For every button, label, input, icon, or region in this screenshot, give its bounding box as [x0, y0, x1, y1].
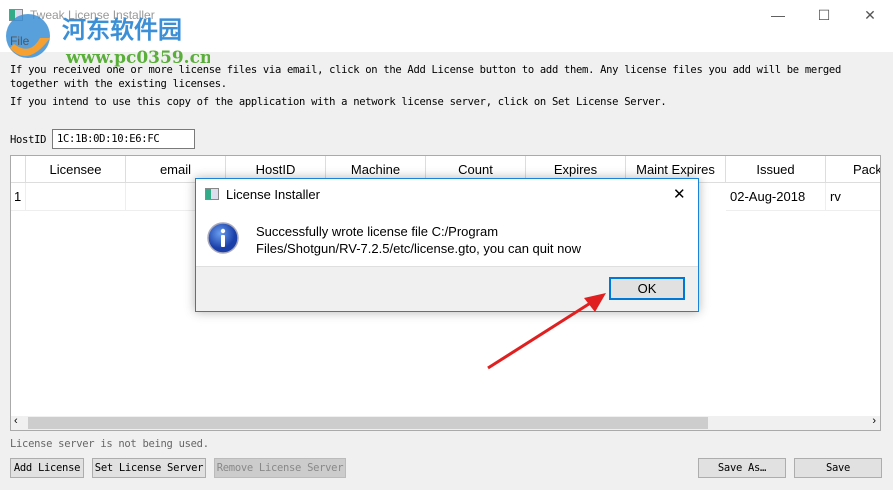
- svg-text:河东软件园: 河东软件园: [62, 16, 182, 44]
- watermark-logo: 河东软件园 www.pc0359.cn: [6, 14, 210, 68]
- svg-text:www.pc0359.cn: www.pc0359.cn: [65, 48, 210, 68]
- menu-file[interactable]: File: [10, 34, 29, 48]
- red-arrow-annotation: [487, 293, 606, 370]
